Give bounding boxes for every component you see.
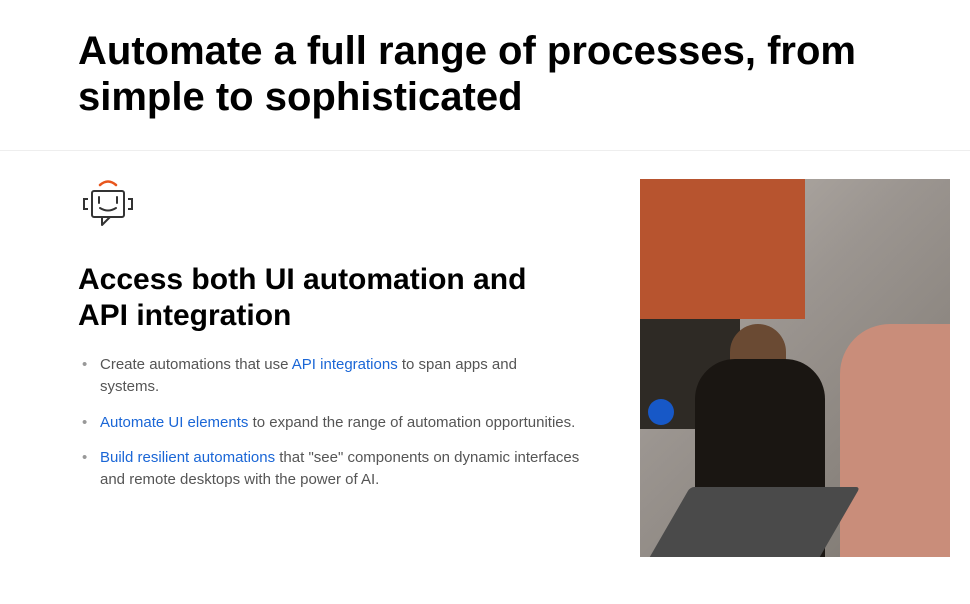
list-item: Build resilient automations that "see" c…: [98, 447, 580, 491]
content-row: Access both UI automation and API integr…: [0, 151, 970, 557]
section-heading: Access both UI automation and API integr…: [78, 262, 580, 334]
link-automate-ui[interactable]: Automate UI elements: [100, 414, 248, 431]
bullet-text-pre: Create automations that use: [100, 356, 292, 373]
link-build-resilient[interactable]: Build resilient automations: [100, 449, 275, 466]
robot-chat-icon: [78, 179, 138, 233]
hero-image: [640, 179, 950, 557]
link-api-integrations[interactable]: API integrations: [292, 356, 398, 373]
right-column: [640, 179, 950, 557]
list-item: Create automations that use API integrat…: [98, 354, 580, 398]
bullet-text-post: to expand the range of automation opport…: [248, 414, 575, 431]
bullet-list: Create automations that use API integrat…: [78, 354, 580, 491]
page-title: Automate a full range of processes, from…: [0, 0, 970, 150]
left-column: Access both UI automation and API integr…: [78, 179, 580, 557]
list-item: Automate UI elements to expand the range…: [98, 412, 580, 434]
